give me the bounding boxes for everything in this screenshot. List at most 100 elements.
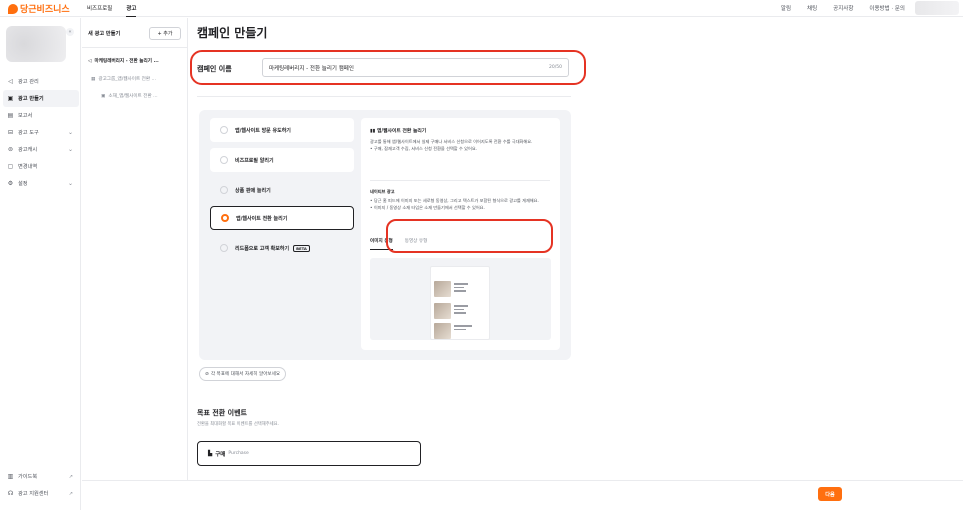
book-icon: ▥ (7, 473, 14, 480)
event-label: 구매 (215, 451, 226, 458)
tree-item-adgroup[interactable]: ▦ 광고그룹_앱/웹사이트 전환 ... (91, 76, 156, 83)
radio-icon (220, 186, 228, 194)
goal-option-conversion[interactable]: 앱/웹사이트 전환 늘리기 (210, 206, 354, 230)
sidebar-item-label: 광고캐시 (18, 147, 38, 153)
sidebar-item-label: 광고 지원센터 (18, 491, 49, 497)
edit-icon: ▣ (7, 95, 14, 102)
sidebar-item-create-ad[interactable]: ▣ 광고 만들기 (3, 90, 79, 107)
desc-body: 광고를 통해 앱/웹사이트에서 실제 구매나 서비스 신청으로 이어지도록 전환… (370, 138, 554, 152)
sidebar-item-report[interactable]: ▤ 보고서 (3, 107, 79, 124)
image-icon: ▣ (101, 93, 106, 99)
char-counter: 20/50 (549, 65, 562, 70)
chevron-down-icon: ⌄ (67, 129, 73, 136)
tree-item-label: 마케팅레버리지 - 전환 늘리기 ... (94, 59, 159, 64)
desc-bullet-text: 당근 홈 피드에 이미지 또는 세로형 동영상, 그리고 텍스트가 포함된 형식… (373, 198, 539, 203)
event-label-en: Purchase (228, 451, 249, 456)
profile-card[interactable] (6, 26, 66, 62)
radio-icon (220, 244, 228, 252)
event-option-purchase[interactable]: ▙ 구매 Purchase (197, 441, 421, 466)
preview-text (454, 303, 468, 319)
tree-item-label: 광고그룹_앱/웹사이트 전환 ... (98, 77, 156, 82)
sidebar-menu: ◁ 광고 관리 ▣ 광고 만들기 ▤ 보고서 ⊟ 광고 도구 ⌄ ⊜ 광고캐시 ⌄ ▢ 변경내역… (3, 73, 79, 192)
goal-description-card: ▮▮ 앱/웹사이트 전환 늘리기 광고를 통해 앱/웹사이트에서 실제 구매나 … (361, 118, 560, 350)
goal-option-leadform[interactable]: 리드폼으로 고객 확보하기 BETA (210, 236, 354, 260)
megaphone-icon: ◁ (8, 78, 13, 85)
help-link[interactable]: 이용방법 · 문의 (869, 4, 905, 12)
collapse-sidebar-icon[interactable]: « (66, 28, 74, 36)
sidebar-item-settings[interactable]: ⚙ 설정 ⌄ (3, 175, 79, 192)
tab-video-type[interactable]: 동영상 유형 (405, 238, 428, 250)
headset-icon: ☊ (7, 490, 14, 497)
divider (370, 180, 550, 181)
next-button[interactable]: 다음 (818, 487, 842, 501)
beta-badge: BETA (293, 244, 310, 252)
account-avatar[interactable] (915, 1, 959, 15)
tree-item-campaign[interactable]: ◁ 마케팅레버리지 - 전환 늘리기 ... (88, 58, 159, 65)
event-section-title: 목표 전환 이벤트 (197, 409, 247, 417)
divider (197, 96, 571, 97)
sidebar-item-ad-cash[interactable]: ⊜ 광고캐시 ⌄ (3, 141, 79, 158)
radio-icon (220, 156, 228, 164)
radio-icon (220, 126, 228, 134)
nav-bizprofile[interactable]: 비즈프로필 (87, 4, 112, 17)
sidebar: « ◁ 광고 관리 ▣ 광고 만들기 ▤ 보고서 ⊟ 광고 도구 ⌄ ⊜ 광고캐시 ⌄ ▢ 변경… (0, 18, 81, 510)
ad-preview (370, 258, 551, 340)
notice-link[interactable]: 공지사항 (833, 4, 853, 12)
desc-title: ▮▮ 앱/웹사이트 전환 늘리기 (370, 127, 426, 134)
preview-thumbnail (434, 323, 451, 339)
preview-item (434, 303, 486, 319)
sidebar-bottom: ▥ 가이드북 ↗ ☊ 광고 지원센터 ↗ (3, 468, 79, 502)
goal-option-visit[interactable]: 앱/웹사이트 방문 유도하기 (210, 118, 354, 142)
desc-bullet: • 구매, 잠재고객 수집, 서비스 신청 전환을 선택할 수 있어요. (370, 146, 478, 151)
campaign-name-label: 캠페인 이름 (197, 65, 232, 73)
sidebar-item-history[interactable]: ▢ 변경내역 (3, 158, 79, 175)
external-link-icon: ↗ (68, 473, 73, 480)
sidebar-item-label: 광고 도구 (18, 130, 39, 136)
logo[interactable]: 당근비즈니스 (8, 2, 70, 15)
top-nav: 비즈프로필 광고 (87, 4, 137, 17)
goal-label: 상품 판매 늘리기 (235, 187, 271, 194)
goal-option-bizprofile[interactable]: 비즈프로필 알리기 (210, 148, 354, 172)
briefcase-icon: ⊟ (7, 129, 14, 136)
desc-title-text: 앱/웹사이트 전환 늘리기 (376, 129, 427, 134)
tree-item-label: 소재_앱/웹사이트 전환 ... (108, 94, 158, 99)
native-ad-section: 네이티브 광고 • 당근 홈 피드에 이미지 또는 세로형 동영상, 그리고 텍… (370, 188, 554, 211)
goal-label: 리드폼으로 고객 확보하기 (235, 245, 290, 252)
sidebar-item-label: 보고서 (18, 113, 33, 119)
chart-icon: ▮▮ (370, 129, 377, 134)
question-icon: ⊘ (205, 371, 209, 377)
goal-panel: 앱/웹사이트 방문 유도하기 비즈프로필 알리기 상품 판매 늘리기 앱/웹사이… (199, 110, 571, 360)
preview-thumbnail (434, 303, 451, 319)
goal-option-sales[interactable]: 상품 판매 늘리기 (210, 178, 354, 202)
notifications-link[interactable]: 알림 (781, 4, 791, 12)
preview-text (454, 323, 472, 339)
sidebar-item-support[interactable]: ☊ 광고 지원센터 ↗ (3, 485, 79, 502)
report-icon: ▤ (7, 112, 14, 119)
campaign-name-input[interactable]: 마케팅레버리지 - 전환 늘리기 캠페인 20/50 (262, 58, 569, 77)
chevron-down-icon: ⌄ (67, 180, 73, 187)
add-button[interactable]: + 추가 (149, 27, 181, 40)
chevron-down-icon: ⌄ (67, 146, 73, 153)
footer-bar: 다음 (82, 480, 963, 510)
phone-mockup (430, 266, 490, 340)
type-tabs: 이미지 유형 동영상 유형 (370, 238, 427, 250)
campaign-name-value: 마케팅레버리지 - 전환 늘리기 캠페인 (269, 65, 354, 72)
tree-item-ad[interactable]: ▣ 소재_앱/웹사이트 전환 ... (101, 93, 158, 100)
sidebar-item-guidebook[interactable]: ▥ 가이드북 ↗ (3, 468, 79, 485)
sidebar-item-label: 변경내역 (18, 164, 38, 170)
preview-thumbnail (434, 281, 451, 297)
event-section-subtitle: 전환을 최대화할 목표 이벤트를 선택해주세요. (197, 422, 279, 427)
preview-item (434, 281, 486, 297)
folder-icon: ▦ (91, 76, 96, 82)
sidebar-item-label: 광고 만들기 (18, 96, 44, 102)
coin-icon: ⊜ (7, 146, 14, 153)
top-bar: 당근비즈니스 비즈프로필 광고 알림 채팅 공지사항 이용방법 · 문의 (0, 0, 963, 17)
megaphone-icon: ◁ (88, 58, 92, 64)
nav-ads[interactable]: 광고 (126, 4, 137, 17)
learn-more-button[interactable]: ⊘ 각 목표에 대해서 자세히 알아보세요 (199, 367, 287, 381)
preview-text (454, 281, 468, 297)
chat-link[interactable]: 채팅 (807, 4, 817, 12)
tab-image-type[interactable]: 이미지 유형 (370, 238, 393, 250)
sidebar-item-ad-manage[interactable]: ◁ 광고 관리 (3, 73, 79, 90)
sidebar-item-ad-tools[interactable]: ⊟ 광고 도구 ⌄ (3, 124, 79, 141)
